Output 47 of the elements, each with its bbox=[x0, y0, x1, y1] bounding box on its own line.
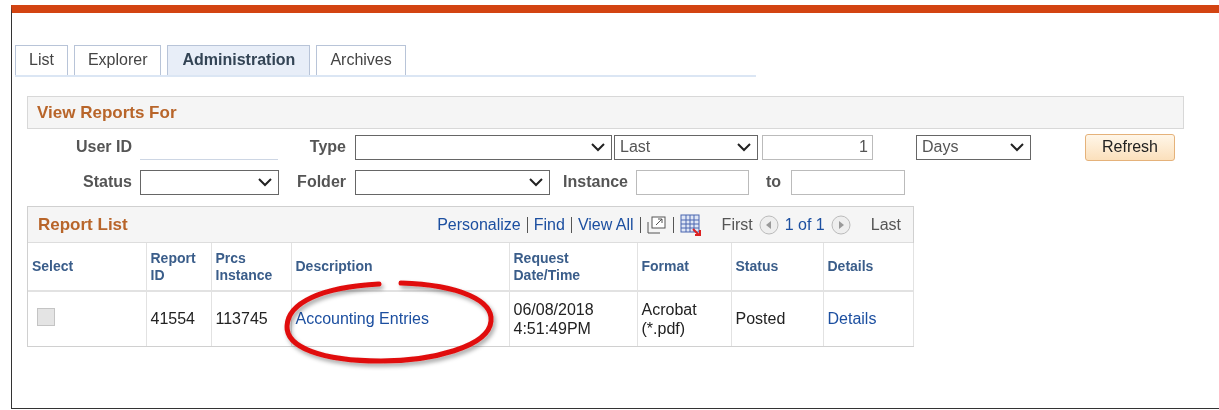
table-cell: Posted bbox=[731, 291, 823, 346]
refresh-button[interactable]: Refresh bbox=[1085, 133, 1175, 161]
chevron-down-icon bbox=[591, 142, 605, 152]
field-label: Status bbox=[82, 173, 133, 191]
chevron-down-icon bbox=[258, 177, 272, 187]
chevron-down-icon bbox=[529, 177, 543, 187]
toolbar-link[interactable]: View All bbox=[577, 215, 634, 234]
previous-icon bbox=[758, 214, 779, 235]
dropdown[interactable] bbox=[355, 134, 612, 160]
column-header: Status bbox=[731, 243, 823, 291]
input-field[interactable] bbox=[791, 169, 905, 195]
tab[interactable]: List bbox=[15, 45, 68, 75]
dropdown[interactable] bbox=[355, 169, 550, 195]
field-label: Instance bbox=[562, 173, 629, 191]
column-header: Description bbox=[291, 243, 509, 291]
input-field[interactable] bbox=[636, 169, 749, 195]
next-icon bbox=[830, 214, 851, 235]
field-label: to bbox=[764, 173, 782, 191]
page-count: 1 of 1 bbox=[784, 215, 825, 234]
column-header: Select bbox=[28, 243, 146, 291]
column-header: Report ID bbox=[146, 243, 211, 291]
chevron-down-icon bbox=[1010, 142, 1024, 152]
chevron-down-icon bbox=[737, 142, 751, 152]
tab[interactable]: Administration bbox=[167, 45, 311, 75]
field-label: Folder bbox=[296, 173, 347, 191]
column-header: Format bbox=[637, 243, 731, 291]
column-header: Request Date/Time bbox=[509, 243, 637, 291]
input-field[interactable]: 1 bbox=[762, 134, 873, 160]
column-header: Prcs Instance bbox=[211, 243, 291, 291]
field-label: Type bbox=[308, 138, 347, 156]
dropdown[interactable]: Last bbox=[614, 134, 758, 160]
popout-icon[interactable] bbox=[646, 215, 667, 234]
field-label: User ID bbox=[74, 138, 133, 156]
toolbar-link[interactable]: Personalize bbox=[437, 215, 521, 234]
grid-title: Report List bbox=[38, 214, 128, 235]
table-cell: Acrobat (*.pdf) bbox=[637, 291, 731, 346]
table-cell: 06/08/2018 4:51:49PM bbox=[513, 299, 594, 339]
dropdown[interactable] bbox=[140, 169, 279, 195]
table-cell: 113745 bbox=[211, 291, 291, 346]
tab[interactable]: Archives bbox=[316, 45, 406, 75]
tab[interactable]: Explorer bbox=[73, 45, 162, 75]
column-header: Details bbox=[823, 243, 913, 291]
section-title: View Reports For bbox=[37, 102, 177, 123]
table-cell: 41554 bbox=[146, 291, 211, 346]
dropdown[interactable]: Days bbox=[916, 134, 1031, 160]
grid-download-icon[interactable] bbox=[679, 213, 702, 236]
toolbar-link[interactable]: Find bbox=[533, 215, 565, 234]
